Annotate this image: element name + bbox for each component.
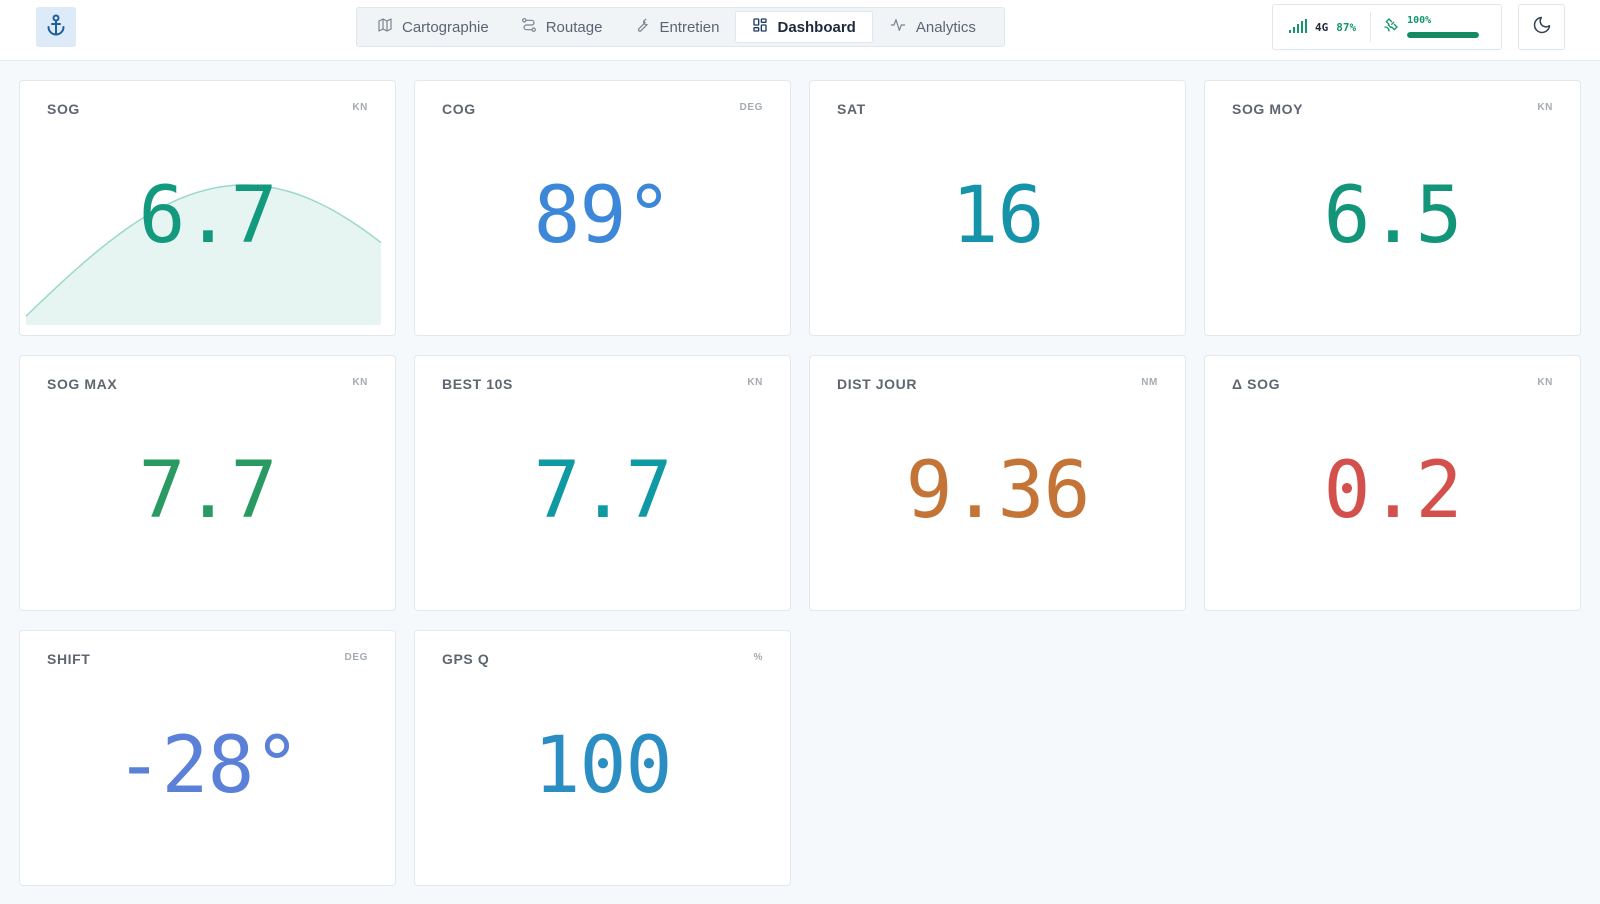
home-logo-button[interactable] <box>36 7 76 47</box>
metric-label: SOG MOY <box>1232 101 1304 117</box>
metric-unit: KN <box>747 377 763 388</box>
metric-card-delta-sog: Δ SOG KN 0.2 <box>1204 355 1581 611</box>
metric-label: DIST JOUR <box>837 376 918 392</box>
top-bar: Cartographie Routage Entretien Dashboard… <box>0 0 1600 61</box>
gps-quality-bar-fill <box>1407 32 1480 38</box>
tab-dashboard[interactable]: Dashboard <box>735 11 873 43</box>
tab-label: Entretien <box>659 18 720 36</box>
connection-status-panel: 4G 87% 100% <box>1272 4 1502 50</box>
metric-card-shift: SHIFT DEG -28° <box>19 630 396 886</box>
tab-analytics[interactable]: Analytics <box>873 11 992 43</box>
grid-icon <box>752 17 768 37</box>
metric-value: 7.7 <box>138 446 278 536</box>
metric-card-sog-max: SOG MAX KN 7.7 <box>19 355 396 611</box>
metric-unit: DEG <box>344 652 368 663</box>
metric-unit: KN <box>1537 102 1553 113</box>
metric-unit: KN <box>352 377 368 388</box>
tab-cartographie[interactable]: Cartographie <box>361 11 505 43</box>
metric-card-sat: SAT 16 <box>809 80 1186 336</box>
metric-card-sog: SOG KN 6.7 <box>19 80 396 336</box>
metric-value: 7.7 <box>533 446 673 536</box>
metric-card-cog: COG DEG 89° <box>414 80 791 336</box>
tab-label: Dashboard <box>777 18 856 36</box>
tab-label: Cartographie <box>402 18 489 36</box>
tab-routage[interactable]: Routage <box>505 11 619 43</box>
metric-value: 16 <box>951 171 1045 261</box>
metric-unit: KN <box>352 102 368 113</box>
gps-meter: 100% <box>1407 15 1480 38</box>
metric-card-sog-moy: SOG MOY KN 6.5 <box>1204 80 1581 336</box>
satellite-icon <box>1383 17 1399 38</box>
metric-unit: KN <box>1537 377 1553 388</box>
metric-value: -28° <box>115 721 301 811</box>
metric-value: 6.7 <box>138 171 278 261</box>
gps-quality-bar <box>1407 32 1480 38</box>
metric-value: 89° <box>533 171 673 261</box>
gps-quality-indicator: 100% <box>1371 15 1480 38</box>
network-signal-percent: 87% <box>1336 20 1357 34</box>
metric-unit: NM <box>1141 377 1158 388</box>
metric-label: SOG <box>47 101 80 117</box>
network-type: 4G <box>1315 20 1329 34</box>
map-icon <box>377 17 393 37</box>
metric-unit: DEG <box>739 102 763 113</box>
tab-label: Routage <box>545 18 603 36</box>
metric-card-dist-jour: DIST JOUR NM 9.36 <box>809 355 1186 611</box>
metric-card-best-10s: BEST 10S KN 7.7 <box>414 355 791 611</box>
metric-label: Δ SOG <box>1232 376 1281 392</box>
metric-label: BEST 10S <box>442 376 513 392</box>
metric-value: 6.5 <box>1323 171 1463 261</box>
metric-label: SHIFT <box>47 651 91 667</box>
moon-icon <box>1532 15 1552 40</box>
signal-bars-icon <box>1289 18 1307 36</box>
main-navigation-tabs: Cartographie Routage Entretien Dashboard… <box>356 7 1005 47</box>
metric-label: SAT <box>837 101 866 117</box>
tab-entretien[interactable]: Entretien <box>618 11 735 43</box>
activity-icon <box>889 17 907 37</box>
metric-value: 0.2 <box>1323 446 1463 536</box>
metric-card-gps-q: GPS Q % 100 <box>414 630 791 886</box>
network-status: 4G 87% <box>1273 12 1372 42</box>
wrench-icon <box>634 17 650 37</box>
gps-quality-percent: 100% <box>1407 15 1432 26</box>
metric-value: 100 <box>533 721 673 811</box>
theme-toggle-button[interactable] <box>1518 4 1565 50</box>
metric-label: GPS Q <box>442 651 490 667</box>
tab-label: Analytics <box>915 18 976 36</box>
anchor-icon <box>44 13 68 42</box>
route-icon <box>521 17 537 37</box>
metric-label: SOG MAX <box>47 376 118 392</box>
metric-value: 9.36 <box>905 446 1091 536</box>
metric-label: COG <box>442 101 476 117</box>
metric-unit: % <box>753 652 763 663</box>
